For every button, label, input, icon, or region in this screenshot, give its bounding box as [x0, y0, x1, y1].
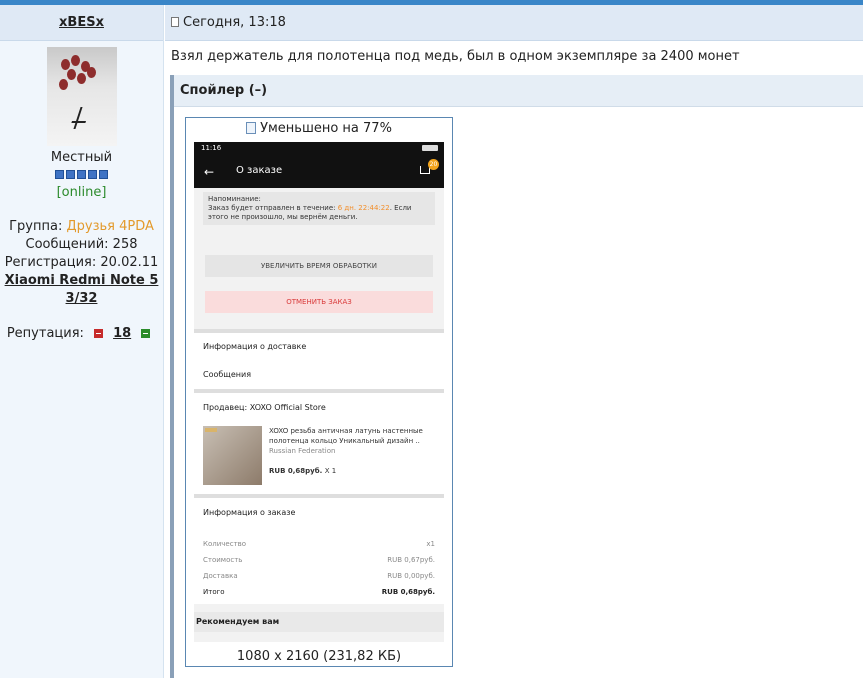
phone-recommend: Рекомендуем вам [194, 612, 444, 632]
notice-text: Заказ будет отправлен в течение: 6 дн. 2… [208, 204, 430, 222]
product-price-line: RUB 0,68руб. X 1 [269, 466, 439, 476]
rank-pip [55, 170, 64, 179]
order-line-value: x1 [426, 540, 435, 548]
avatar-balloon [86, 67, 96, 78]
posts-label: Сообщений: [25, 237, 109, 252]
phone-title: О заказе [236, 165, 283, 176]
order-line-value: RUB 0,67руб. [387, 556, 435, 564]
avatar-balloon [70, 55, 80, 66]
user-device-link[interactable]: Xiaomi Redmi Note 5 3/32 [0, 272, 163, 308]
rep-value-link[interactable]: 18 [113, 326, 131, 341]
post-doc-icon [171, 17, 179, 27]
rank-pips [0, 168, 163, 183]
avatar-balloon [58, 79, 68, 90]
avatar-figure [72, 107, 95, 129]
rank-pip [99, 170, 108, 179]
image-caption-text: Уменьшено на 77% [260, 121, 392, 136]
rep-plus-icon[interactable] [141, 329, 151, 338]
image-caption: Уменьшено на 77% [186, 118, 452, 140]
user-info: Группа: Друзья 4PDA Сообщений: 258 Регис… [0, 218, 163, 308]
product-price: RUB 0,68руб. [269, 467, 323, 475]
reg-label: Регистрация: [4, 255, 97, 270]
rep-label: Репутация: [6, 326, 84, 341]
post-date: Сегодня, 13:18 [183, 15, 286, 30]
avatar-balloon [60, 59, 70, 70]
spoiler-toggle[interactable]: Спойлер (–) [174, 75, 863, 107]
spoiler: Спойлер (–) Уменьшено на 77% 11:16 ← О з… [170, 75, 863, 678]
rep-minus-icon[interactable] [94, 329, 104, 338]
phone-screenshot: 11:16 ← О заказе 20 Напоминание: Заказ б… [194, 142, 444, 642]
image-footer: 1080 x 2160 (231,82 КБ) [236, 649, 402, 664]
order-line: Количество x1 [203, 536, 435, 552]
user-rank: Местный [50, 150, 113, 165]
rank-pip [77, 170, 86, 179]
order-line-label: Доставка [203, 572, 238, 580]
user-group: Группа: Друзья 4PDA [0, 218, 163, 236]
order-line: Стоимость RUB 0,67руб. [203, 552, 435, 568]
order-line-label: Стоимость [203, 556, 243, 564]
post-text: Взял держатель для полотенца под медь, б… [171, 49, 740, 64]
user-reputation: Репутация: 18 [0, 326, 163, 341]
phone-messages: Сообщения [194, 361, 444, 389]
notice-pre: Заказ будет отправлен в течение: [208, 204, 336, 212]
user-posts: Сообщений: 258 [0, 236, 163, 254]
order-line-label: Количество [203, 540, 247, 548]
product-text: XOXO резьба античная латунь настенные по… [269, 426, 439, 476]
order-line-label: Итого [203, 588, 225, 596]
reg-value: 20.02.11 [100, 255, 159, 270]
post-area: Сегодня, 13:18 Взял держатель для полоте… [165, 5, 863, 678]
rank-pip [66, 170, 75, 179]
notice-title: Напоминание: [208, 195, 261, 203]
online-status: [online] [56, 185, 107, 200]
posts-value: 258 [112, 237, 138, 252]
rank-pip [88, 170, 97, 179]
phone-delivery-info: Информация о доставке [194, 333, 444, 361]
group-value: Друзья 4PDA [66, 219, 154, 234]
phone-notice: Напоминание: Заказ будет отправлен в теч… [203, 192, 435, 225]
product-name: XOXO резьба античная латунь настенные по… [269, 427, 423, 445]
zoom-icon [246, 122, 257, 134]
group-label: Группа: [9, 219, 63, 234]
cart-badge: 20 [428, 159, 439, 170]
phone-status-bar: 11:16 [194, 142, 444, 154]
product-image [203, 426, 262, 485]
product-region: Russian Federation [269, 447, 336, 455]
user-registration: Регистрация: 20.02.11 [0, 254, 163, 272]
product-tag [205, 428, 217, 432]
phone-app-bar: ← О заказе 20 [194, 154, 444, 188]
phone-clock: 11:16 [201, 144, 222, 152]
attached-image[interactable]: Уменьшено на 77% 11:16 ← О заказе 20 Нап [185, 117, 453, 667]
post-header: Сегодня, 13:18 [165, 5, 863, 41]
order-line: Доставка RUB 0,00руб. [203, 568, 435, 584]
phone-order-info: Информация о заказе [194, 498, 444, 528]
product-qty: X 1 [324, 467, 337, 475]
phone-cancel-button: ОТМЕНИТЬ ЗАКАЗ [205, 291, 433, 313]
phone-extend-button: УВЕЛИЧИТЬ ВРЕМЯ ОБРАБОТКИ [205, 255, 433, 277]
battery-icon [422, 145, 438, 151]
phone-order-lines: Количество x1 Стоимость RUB 0,67руб. Доста… [194, 528, 444, 604]
user-panel-header: xBESx [0, 5, 163, 41]
notice-time: 6 дн. 22:44:22 [337, 204, 390, 212]
avatar-balloon [76, 73, 86, 84]
phone-seller: Продавец: XOXO Official Store [194, 393, 444, 418]
order-line-total: Итого RUB 0,68руб. [203, 584, 435, 600]
order-line-value: RUB 0,00руб. [387, 572, 435, 580]
order-line-value: RUB 0,68руб. [381, 588, 435, 596]
back-arrow-icon: ← [204, 165, 215, 179]
avatar[interactable] [46, 47, 117, 146]
avatar-balloon [66, 69, 76, 80]
phone-product: XOXO резьба античная латунь настенные по… [194, 418, 444, 494]
user-nick-link[interactable]: xBESx [59, 15, 104, 30]
user-panel: xBESx Местный [online] Группа: Друзья 4P… [0, 5, 164, 678]
